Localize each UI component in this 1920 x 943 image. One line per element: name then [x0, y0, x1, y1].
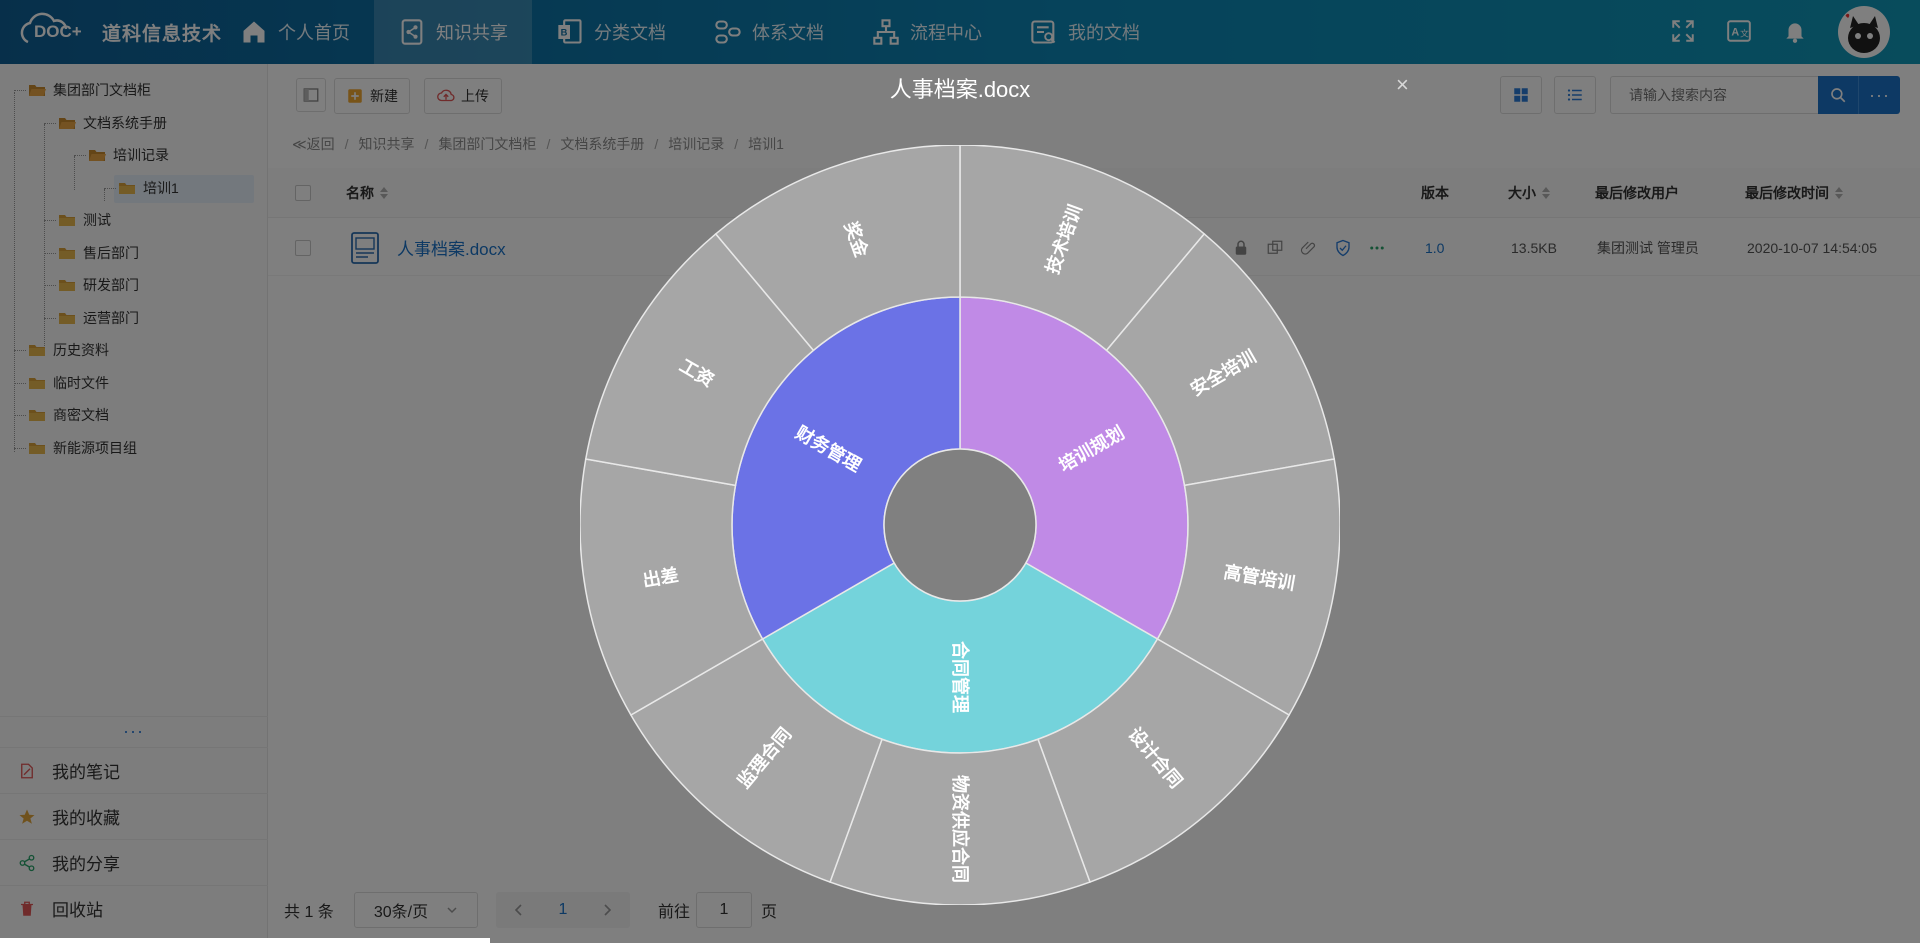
preview-overlay[interactable]: 人事档案.docx × 培训规划 技术培训 安全培训 高管培训 合同管理 设计合同 物资供应… — [0, 0, 1920, 943]
sunburst-chart: 培训规划技术培训安全培训高管培训合同管理设计合同物资供应合同监理合同财务管理出差… — [580, 145, 1340, 905]
sunburst-center — [883, 448, 1037, 602]
close-icon[interactable]: × — [1396, 72, 1409, 98]
sunburst-inner-label: 合同管理 — [950, 641, 971, 713]
sunburst-outer-label: 物资供应合同 — [950, 775, 971, 883]
preview-title: 人事档案.docx — [889, 77, 1031, 102]
page-bottom-strip — [0, 938, 490, 943]
